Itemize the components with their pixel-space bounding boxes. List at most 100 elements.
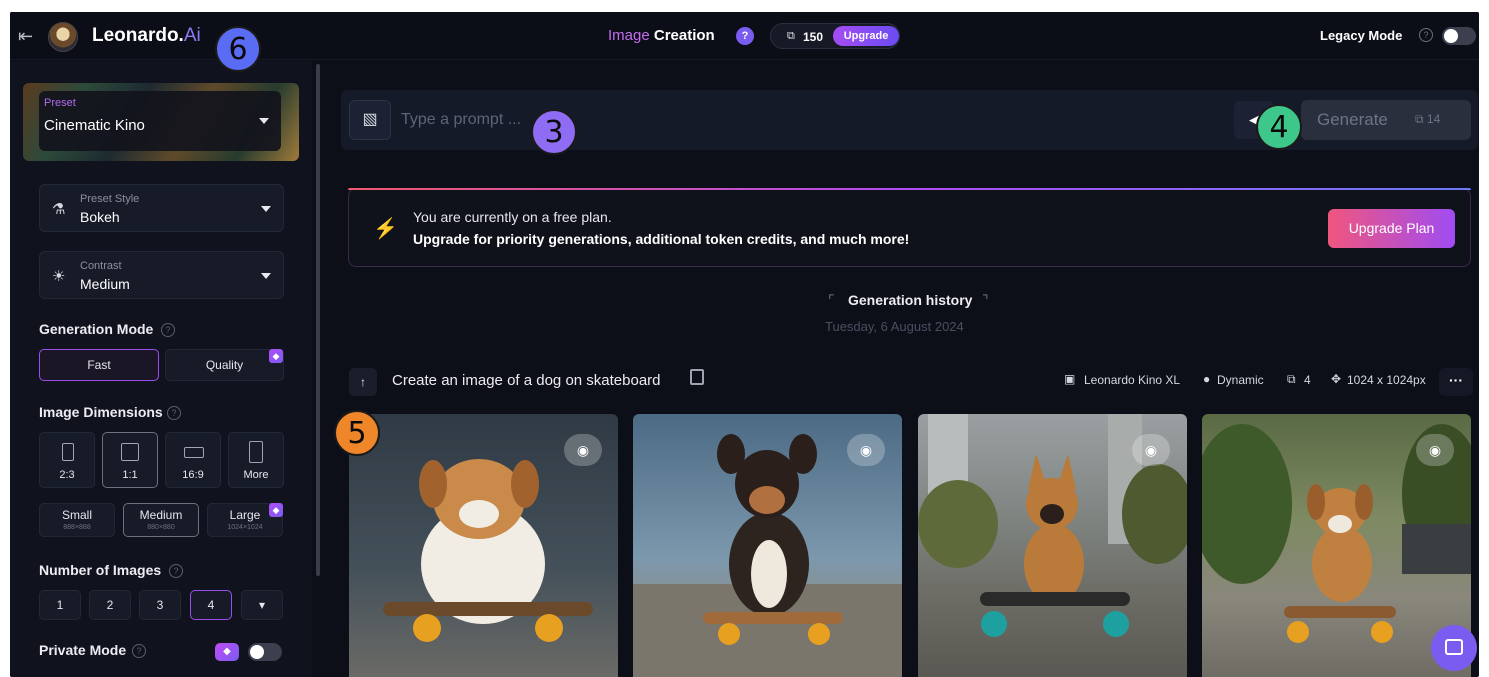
landscape-shape-icon [184, 447, 204, 458]
eye-icon[interactable]: ◉ [564, 434, 602, 466]
eye-icon[interactable]: ◉ [847, 434, 885, 466]
help-icon[interactable]: ? [736, 27, 754, 45]
chat-glyph [1445, 639, 1463, 655]
free-plan-banner: ⚡ You are currently on a free plan. Upgr… [348, 188, 1471, 267]
image-size: 1024 x 1024px [1347, 373, 1426, 387]
history-bracket-right: ⌝ [982, 292, 989, 308]
sun-icon: ☀ [52, 268, 66, 285]
size-sub: 888×888 [63, 524, 91, 531]
prompt-bar: ▧ ◀ Generate ⧉ 14 [341, 90, 1478, 150]
ratio-label: 2:3 [59, 469, 75, 481]
mode-fast-button[interactable]: Fast [39, 349, 159, 381]
preset-style-label: Preset Style [80, 193, 140, 205]
app-window: ⇤ Leonardo.Ai Image Creation ? ⧉ 150 Upg… [10, 12, 1479, 677]
arrow-left-icon[interactable]: ⇤ [18, 25, 40, 47]
model-icon: ▣ [1064, 372, 1076, 386]
contrast-dropdown[interactable]: ☀ Contrast Medium [39, 251, 284, 299]
style-name: Dynamic [1217, 373, 1264, 387]
preset-card[interactable]: Preset Cinematic Kino [23, 83, 299, 161]
flask-icon: ⚗ [52, 201, 66, 218]
annotation-marker-5: 5 [334, 410, 380, 456]
generation-prompt: Create an image of a dog on skateboard [392, 372, 661, 389]
preset-selector[interactable]: Preset Cinematic Kino [39, 91, 281, 151]
premium-gem-icon: ◆ [269, 503, 283, 517]
token-balance: ⧉ 150 Upgrade [770, 23, 900, 49]
banner-message: You are currently on a free plan. [413, 209, 612, 225]
ratio-label: 16:9 [182, 469, 204, 481]
help-icon[interactable]: ? [161, 323, 175, 337]
settings-sidebar: Preset Cinematic Kino ⚗ Preset Style Bok… [10, 61, 312, 677]
help-icon[interactable]: ? [167, 406, 181, 420]
more-options-button[interactable]: ··· [1439, 368, 1473, 396]
chevron-down-icon [261, 206, 271, 212]
ratio-label: More [243, 469, 269, 481]
eye-icon[interactable]: ◉ [1416, 434, 1454, 466]
image-sparkle-icon[interactable]: ▧ [349, 100, 391, 140]
size-sub: 1024×1024 [227, 524, 263, 531]
generated-image-1[interactable]: ◉ [349, 414, 618, 677]
help-icon[interactable]: ? [169, 564, 183, 578]
ratio-2-3-button[interactable]: 2:3 [39, 432, 95, 488]
generated-image-2[interactable]: ◉ [633, 414, 902, 677]
num-images-4-button[interactable]: 4 [190, 590, 232, 620]
num-images-1-button[interactable]: 1 [39, 590, 81, 620]
num-images-2-button[interactable]: 2 [89, 590, 131, 620]
ratio-more-button[interactable]: More [228, 432, 284, 488]
size-sub: 880×880 [147, 524, 175, 531]
size-medium-button[interactable]: Medium 880×880 [123, 503, 199, 537]
toggle-knob [250, 645, 264, 659]
more-shape-icon [249, 441, 263, 463]
pin-up-button[interactable]: ↑ [349, 368, 377, 396]
num-images-more-button[interactable]: ▾ [241, 590, 283, 620]
size-small-button[interactable]: Small 888×888 [39, 503, 115, 537]
size-label: Small [61, 508, 92, 522]
private-mode-toggle[interactable] [248, 643, 282, 661]
portrait-shape-icon [62, 443, 74, 461]
generate-button[interactable]: Generate ⧉ 14 [1301, 100, 1471, 140]
preset-style-value: Bokeh [80, 209, 120, 225]
ratio-1-1-button[interactable]: 1:1 [102, 432, 158, 488]
help-icon[interactable]: ? [132, 644, 146, 658]
toggle-knob [1444, 29, 1458, 43]
prompt-input[interactable] [401, 108, 1241, 132]
square-shape-icon [121, 443, 139, 461]
dimensions-icon: ✥ [1331, 372, 1342, 386]
generated-image-4[interactable]: ◉ [1202, 414, 1471, 677]
chevron-down-icon [259, 118, 269, 124]
upgrade-button[interactable]: Upgrade [833, 26, 899, 46]
upgrade-plan-button[interactable]: Upgrade Plan [1328, 209, 1455, 248]
eye-icon[interactable]: ◉ [1132, 434, 1170, 466]
ratio-label: 1:1 [122, 469, 138, 481]
premium-gem-icon: ◆ [269, 349, 283, 363]
copy-icon[interactable] [690, 369, 704, 385]
generate-cost: ⧉ 14 [1415, 112, 1441, 126]
sidebar-scrollbar[interactable] [316, 64, 320, 576]
generate-label: Generate [1317, 110, 1388, 129]
preset-style-dropdown[interactable]: ⚗ Preset Style Bokeh [39, 184, 284, 232]
history-date: Tuesday, 6 August 2024 [825, 319, 964, 334]
model-name: Leonardo Kino XL [1084, 373, 1181, 387]
contrast-label: Contrast [80, 260, 122, 272]
generation-history-title: Generation history [848, 292, 973, 308]
legacy-mode-toggle[interactable] [1442, 27, 1476, 45]
size-label: Medium [139, 508, 183, 522]
ratio-16-9-button[interactable]: 16:9 [165, 432, 221, 488]
token-icon: ⧉ [787, 30, 795, 42]
history-bracket-left: ⌜ [828, 292, 835, 308]
generated-image-3[interactable]: ◉ [918, 414, 1187, 677]
number-of-images-title: Number of Images [39, 562, 162, 578]
mode-quality-button[interactable]: Quality [165, 349, 284, 381]
brand-logo-avatar[interactable] [48, 22, 78, 52]
chat-support-icon[interactable] [1431, 625, 1477, 671]
brand-name[interactable]: Leonardo.Ai [92, 25, 201, 47]
token-count: 150 [803, 30, 824, 44]
legacy-mode-label: Legacy Mode [1320, 28, 1403, 43]
chevron-down-icon [261, 273, 271, 279]
private-mode-label: Private Mode [39, 642, 127, 658]
num-images-3-button[interactable]: 3 [139, 590, 181, 620]
image-dimensions-title: Image Dimensions [39, 404, 163, 420]
generation-mode-title: Generation Mode [39, 321, 154, 337]
page-title: Image Creation [608, 27, 715, 44]
legacy-help-icon[interactable]: ? [1419, 28, 1433, 42]
preset-value: Cinematic Kino [44, 117, 145, 134]
